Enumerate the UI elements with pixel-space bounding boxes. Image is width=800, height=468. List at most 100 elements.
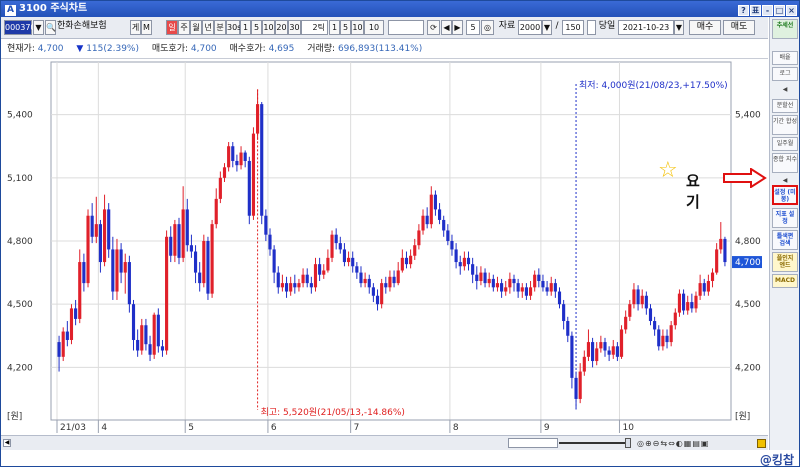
date-select[interactable]: 2021-10-23 [618,20,674,35]
day-week-month-button[interactable]: 일주월 [772,137,798,151]
data-count-dropdown-icon[interactable]: ▼ [542,20,552,35]
period-compose-button[interactable]: 기간 합성 [772,115,798,135]
pattern-search-button[interactable]: 틀색편 검색 [772,230,798,250]
code-dropdown-icon[interactable]: ▼ [33,20,44,35]
split-line-button[interactable]: 분할선 [772,99,798,113]
current-price-tag: 4,700 [735,258,761,268]
candle-body [429,194,433,225]
candle-body [342,249,347,263]
candle-body [136,339,140,351]
tick-input[interactable]: 2틱 [301,20,328,35]
indicator-settings-button[interactable]: 지표 설정 [772,208,798,228]
window-title: 3100 주식차트 [19,3,88,14]
pin-button[interactable]: 표 [750,5,761,16]
candle-body [433,194,437,210]
candle-body [313,264,318,288]
scroll-left-icon[interactable]: ◀ [3,439,11,447]
trendline-button[interactable]: 추세선 [772,19,798,39]
refresh-icon[interactable]: ⟳ [427,20,440,35]
candle-body [483,272,487,284]
tick-10b-button[interactable]: 10 [364,20,384,35]
view-count-input[interactable]: 150 [562,20,584,35]
period-day-button[interactable]: 일 [166,20,178,35]
candle-body [619,329,624,357]
period-30s-button[interactable]: 30s [226,20,241,35]
period-month-button[interactable]: 월 [190,20,202,35]
candle-body [541,281,545,288]
zoom-slider-handle[interactable] [625,438,631,448]
macd-button[interactable]: MACD [772,274,798,288]
search-icon[interactable]: 🔍 [45,20,56,35]
candle-body [61,331,65,357]
log-button[interactable]: 로그 [772,67,798,81]
interval-1-button[interactable]: 1 [240,20,251,35]
chart-tool-icons[interactable]: ◎⊕⊖⇆⇔◐▦▤▣ [637,438,757,449]
candlestick-chart[interactable]: 5,4005,4005,1005,1004,8004,8004,5004,500… [1,60,768,435]
candle-body [677,293,682,313]
help-button[interactable]: ? [738,5,749,16]
arrow-right-icon [723,168,767,188]
sell-button[interactable]: 매도 [723,20,755,35]
candle-body [648,308,653,322]
period-minute-button[interactable]: 분 [214,20,226,35]
tick-1-button[interactable]: 1 [329,20,340,35]
period-year-button[interactable]: 년 [202,20,214,35]
scale-button[interactable]: 배율 [772,51,798,65]
candle-body [297,283,301,288]
today-checkbox[interactable] [587,20,596,35]
candle-body [504,287,508,292]
step-input[interactable]: 5 [466,20,480,35]
x-tick-label: 7 [354,423,360,433]
candle-body [309,283,313,288]
candle-body [57,342,61,357]
candle-body [533,274,537,288]
board-button[interactable]: 게 [130,20,141,35]
next-icon[interactable]: ▶ [452,20,463,35]
x-tick-label: 21/03 [60,423,86,433]
tick-5-button[interactable]: 5 [340,20,351,35]
candle-body [140,325,144,351]
toolbar: 000370 ▼ 🔍 한화손해보험 게 M 일 주 월 년 분 30s 1 5 … [1,17,768,39]
candle-body [404,257,409,265]
close-button[interactable]: × [786,5,797,16]
data-count-select[interactable]: 2000 [518,20,542,35]
candle-body [392,276,396,284]
prev-icon[interactable]: ◀ [441,20,452,35]
settings-icon[interactable] [757,439,766,448]
bollinger-band-button[interactable]: 플인지 엔드 [772,252,798,272]
minimize-button[interactable]: - [762,5,773,16]
interval-5-button[interactable]: 5 [251,20,262,35]
tick-10-button[interactable]: 10 [351,20,364,35]
collapse-arrow-2-icon[interactable]: ◀ [772,175,798,184]
candle-body [512,278,516,284]
candle-body [115,249,119,292]
chart-canvas[interactable]: 5,4005,4005,1005,1004,8004,8004,5004,500… [1,60,768,435]
candle-body [293,283,297,288]
high-annotation: 최고: 5,520원(21/05/13,-14.86%) [261,407,405,418]
collapse-arrow-icon[interactable]: ◀ [772,84,798,94]
date-dropdown-icon[interactable]: ▼ [674,20,684,35]
scroll-range-select[interactable] [508,438,558,448]
candle-body [78,262,82,319]
step-spin-icon[interactable]: ◎ [481,20,494,35]
zoom-slider[interactable] [559,442,629,444]
app-icon: A [5,5,16,16]
maximize-button[interactable]: □ [774,5,785,16]
x-tick-label: 8 [453,423,459,433]
candle-body [98,224,102,263]
stock-code-input[interactable]: 000370 [4,20,36,35]
candle-body [446,230,450,241]
interval-20-button[interactable]: 20 [275,20,288,35]
interval-30-button[interactable]: 30 [288,20,301,35]
title-bar[interactable]: A 3100 주식차트 ? 표 - □ × [1,1,799,17]
settings-button[interactable]: 설정 (미봉) [772,185,798,205]
composite-index-button[interactable]: 종합 지수 [772,153,798,173]
m-button[interactable]: M [141,20,152,35]
period-week-button[interactable]: 주 [178,20,190,35]
candle-body [686,302,690,311]
search-field[interactable] [388,20,424,35]
interval-10-button[interactable]: 10 [262,20,275,35]
candle-body [421,215,425,231]
candle-body [185,209,189,246]
buy-button[interactable]: 매수 [689,20,721,35]
